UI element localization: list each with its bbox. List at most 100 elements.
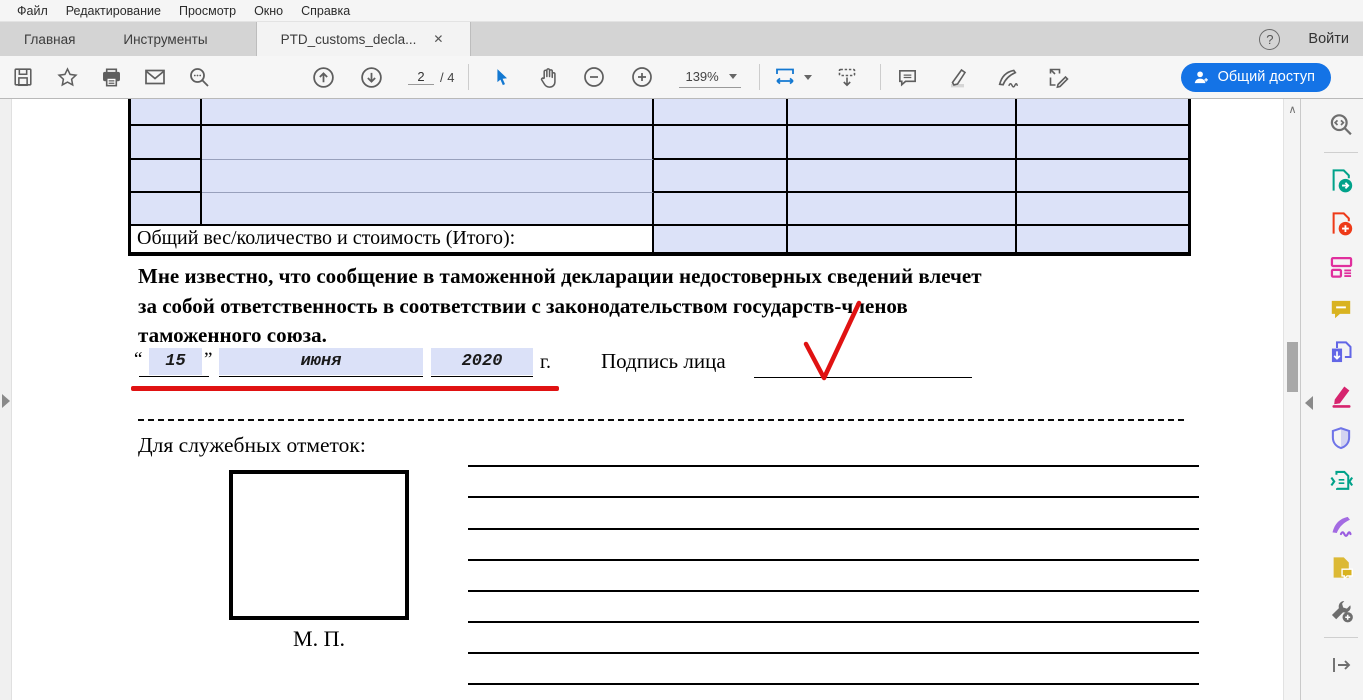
month-field[interactable]: июня [219,348,423,375]
search-icon[interactable] [184,62,214,92]
next-page-icon[interactable] [356,62,386,92]
tab-home[interactable]: Главная [0,22,99,56]
table-cell[interactable] [201,160,655,193]
day-field[interactable]: 15 [149,348,202,375]
star-icon[interactable] [52,62,82,92]
previous-page-icon[interactable] [308,62,338,92]
create-pdf-icon[interactable] [1325,207,1357,239]
scroll-mode-icon[interactable] [832,62,862,92]
share-button-label: Общий доступ [1217,69,1315,85]
declaration-line: таможенного союза. [138,323,327,347]
table-cell[interactable] [131,126,202,160]
table-cell[interactable] [788,126,1017,160]
table-cell[interactable] [788,193,1017,226]
tab-bar: Главная Инструменты PTD_customs_decla...… [0,22,1363,56]
request-signature-tool-icon[interactable] [1043,62,1073,92]
open-tools-panel-icon[interactable] [1325,649,1357,681]
collapse-right-panel-icon[interactable] [1305,396,1313,410]
zoom-out-icon[interactable] [579,62,609,92]
toolbar: / 4 139% [0,56,1363,99]
menu-view[interactable]: Просмотр [170,2,245,20]
email-icon[interactable] [140,62,170,92]
combine-files-icon[interactable] [1325,336,1357,368]
hand-tool-icon[interactable] [533,62,563,92]
protect-icon[interactable] [1325,422,1357,454]
page-total-label: / 4 [440,69,455,85]
menu-help[interactable]: Справка [292,2,359,20]
export-pdf-icon[interactable] [1325,164,1357,196]
highlight-tool-icon[interactable] [943,62,973,92]
table-cell[interactable] [654,193,789,226]
tab-document-label: PTD_customs_decla... [280,31,417,47]
table-cell[interactable] [131,193,202,226]
menu-bar: Файл Редактирование Просмотр Окно Справк… [0,0,1363,22]
table-cell[interactable] [131,99,202,126]
day-underline [139,376,209,377]
fill-sign-tool-icon[interactable] [993,62,1023,92]
declaration-line: за собой ответственность в соответствии … [138,293,908,318]
table-cell[interactable] [201,99,655,126]
scroll-up-icon[interactable]: ∧ [1284,105,1301,116]
table-cell[interactable] [654,99,789,126]
page-number-input[interactable] [408,69,434,85]
red-checkmark-annotation[interactable] [783,294,873,384]
table-cell[interactable] [1016,160,1188,193]
writing-line [468,590,1199,592]
sign-in-button[interactable]: Войти [1308,31,1349,47]
zoom-in-icon[interactable] [627,62,657,92]
table-cell[interactable] [201,126,655,160]
table-cell[interactable] [788,160,1017,193]
tab-document[interactable]: PTD_customs_decla... ✕ [255,22,472,56]
table-cell[interactable] [654,160,789,193]
fit-width-icon[interactable] [770,62,800,92]
compress-pdf-icon[interactable] [1325,465,1357,497]
comment-tool-icon[interactable] [893,62,923,92]
writing-line [468,559,1199,561]
table-cell[interactable] [654,126,789,160]
month-underline [219,376,423,377]
chevron-down-icon[interactable] [803,74,812,80]
writing-line [468,465,1199,467]
panel-divider [1324,637,1358,638]
search-tools-icon[interactable] [1325,109,1357,141]
declaration-line: Мне известно, что сообщение в таможенной… [138,264,982,288]
table-cell[interactable] [201,193,655,226]
tab-tools[interactable]: Инструменты [99,22,231,56]
redact-icon[interactable] [1325,379,1357,411]
table-cell[interactable] [654,226,789,252]
print-icon[interactable] [96,62,126,92]
table-cell[interactable] [1016,99,1188,126]
menu-edit[interactable]: Редактирование [57,2,170,20]
share-button[interactable]: Общий доступ [1180,62,1331,92]
chevron-down-icon [728,73,737,79]
edit-pdf-icon[interactable] [1325,250,1357,282]
table-cell[interactable] [788,99,1017,126]
vertical-scrollbar[interactable]: ∧ [1283,99,1300,700]
signature-label: Подпись лица [601,349,726,373]
zoom-level-dropdown[interactable]: 139% [679,67,741,88]
select-tool-icon[interactable] [487,62,517,92]
table-cell[interactable] [788,226,1017,252]
document-viewport: Общий вес/количество и стоимость (Итого)… [0,99,1363,700]
help-icon[interactable]: ? [1259,28,1281,50]
menu-window[interactable]: Окно [245,2,292,20]
year-underline [431,376,533,377]
table-cell[interactable] [131,160,202,193]
red-underline-annotation[interactable] [131,386,559,391]
year-field[interactable]: 2020 [431,348,533,375]
fill-sign-icon[interactable] [1325,508,1357,540]
save-icon[interactable] [8,62,38,92]
table-cell[interactable] [1016,226,1188,252]
writing-line [468,683,1199,685]
scrollbar-thumb[interactable] [1287,342,1298,392]
table-cell[interactable] [1016,126,1188,160]
table-cell[interactable] [1016,193,1188,226]
send-for-comments-icon[interactable] [1325,551,1357,583]
pdf-page: Общий вес/количество и стоимость (Итого)… [13,99,1283,700]
menu-file[interactable]: Файл [8,2,57,20]
close-icon[interactable]: ✕ [430,31,446,47]
more-tools-icon[interactable] [1325,594,1357,626]
comment-icon[interactable] [1325,293,1357,325]
left-panel-strip [0,99,12,700]
expand-left-panel-icon[interactable] [2,394,10,408]
